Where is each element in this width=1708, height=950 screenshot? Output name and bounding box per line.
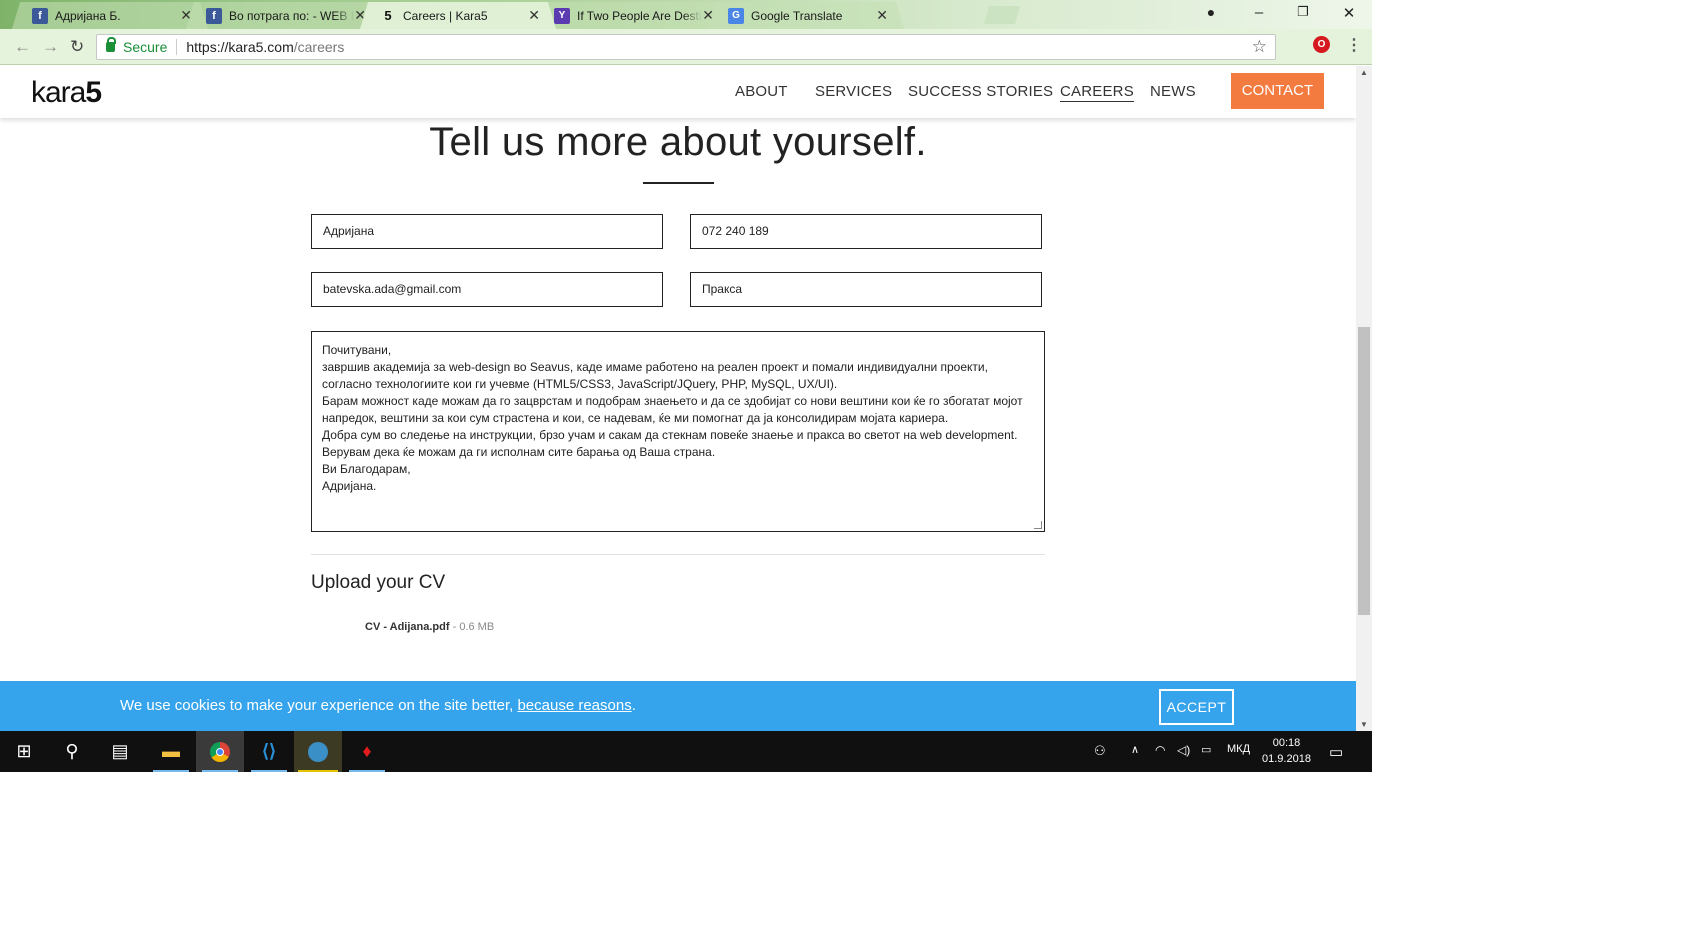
- wifi-icon[interactable]: ◠: [1155, 743, 1165, 757]
- facebook-icon: f: [32, 7, 48, 24]
- message-line: Барам можност каде можам да го зацврстам…: [322, 394, 1023, 408]
- battery-icon[interactable]: ▭: [1201, 743, 1211, 756]
- nav-services[interactable]: SERVICES: [815, 83, 892, 100]
- cookie-text: We use cookies to make your experience o…: [120, 697, 518, 714]
- message-line: согласно технологиите кои ги учевме (HTM…: [322, 377, 838, 391]
- tab-facebook-group[interactable]: f Во потрага по: - WEB DE ✕: [186, 2, 382, 29]
- message-line: Адријана.: [322, 479, 377, 493]
- restore-icon[interactable]: ❐: [1288, 4, 1318, 20]
- secure-label: Secure: [123, 39, 168, 55]
- minimize-icon[interactable]: –: [1244, 4, 1274, 21]
- message-line: Ви Благодарам,: [322, 462, 411, 476]
- kara5-favicon: 5: [384, 8, 392, 23]
- message-line: напредок, вештини за кои сум страстена и…: [322, 411, 949, 425]
- chrome-icon[interactable]: [196, 731, 244, 772]
- cookie-message: We use cookies to make your experience o…: [120, 697, 636, 714]
- opera-extension-icon[interactable]: O: [1313, 36, 1330, 53]
- cv-file-item[interactable]: CV - Adijana.pdf - 0.6 MB: [365, 621, 494, 633]
- page-viewport: kara5 ABOUT SERVICES SUCCESS STORIES CAR…: [0, 66, 1356, 731]
- show-hidden-icons-icon[interactable]: ∧: [1131, 743, 1139, 756]
- tab-google-translate[interactable]: G Google Translate ✕: [708, 2, 904, 29]
- system-clock[interactable]: 00:18 01.9.2018: [1262, 735, 1311, 767]
- page-scrollbar[interactable]: ▲ ▼: [1356, 66, 1372, 731]
- position-field[interactable]: Пракса: [690, 272, 1042, 307]
- window-close-icon[interactable]: ✕: [1334, 4, 1364, 22]
- email-field[interactable]: batevska.ada@gmail.com: [311, 272, 663, 307]
- forward-icon[interactable]: →: [42, 37, 59, 57]
- lock-icon: [106, 37, 116, 52]
- message-line: завршив академија за web-design во Seavu…: [322, 360, 988, 374]
- task-view-icon[interactable]: ▤: [96, 731, 144, 772]
- tab-title: Google Translate: [751, 8, 843, 23]
- browser-menu-icon[interactable]: ⋮: [1346, 35, 1362, 55]
- scroll-down-icon[interactable]: ▼: [1360, 720, 1368, 729]
- tab-title: Во потрага по: - WEB DE: [229, 8, 354, 23]
- heading-underline: [643, 182, 714, 184]
- reload-icon[interactable]: ↻: [70, 37, 84, 57]
- notifications-icon[interactable]: ▭: [1329, 743, 1343, 761]
- new-tab-button[interactable]: [984, 6, 1020, 24]
- people-icon[interactable]: ⚇: [1094, 743, 1106, 759]
- browser-toolbar: ← → ↻ Secure https://kara5.com/careers ☆…: [0, 29, 1372, 65]
- google-translate-icon: G: [728, 7, 744, 24]
- back-icon[interactable]: ←: [14, 37, 31, 57]
- url-path: /careers: [293, 39, 345, 55]
- site-header: kara5 ABOUT SERVICES SUCCESS STORIES CAR…: [0, 66, 1356, 118]
- windows-taskbar: ⊞ ⚲ ▤ ▬ ⟨⟩ ♦ ⚇ ∧ ◠ ◁) ▭ МКД 00:18 01.9.2…: [0, 731, 1372, 772]
- browser-window: f Адријана Б. ✕ f Во потрага по: - WEB D…: [0, 0, 1372, 772]
- bookmark-star-icon[interactable]: ☆: [1252, 37, 1267, 57]
- acrobat-icon[interactable]: ♦: [343, 731, 391, 772]
- tab-yahoo-article[interactable]: Y If Two People Are Destin ✕: [534, 2, 730, 29]
- logo-number: 5: [85, 76, 102, 109]
- cookie-policy-link[interactable]: because reasons: [517, 697, 631, 714]
- windows-start-icon[interactable]: ⊞: [0, 731, 48, 772]
- nav-about[interactable]: ABOUT: [735, 83, 788, 100]
- volume-icon[interactable]: ◁): [1177, 743, 1190, 757]
- search-icon[interactable]: ⚲: [48, 731, 96, 772]
- cv-filesize: - 0.6 MB: [449, 621, 495, 633]
- logo-text: kara: [31, 76, 86, 109]
- message-line: Верувам дека ќе можам да ги исполнам сит…: [322, 445, 716, 459]
- accept-cookies-button[interactable]: ACCEPT: [1159, 689, 1234, 725]
- phone-field[interactable]: 072 240 189: [690, 214, 1042, 249]
- resize-handle[interactable]: [1034, 521, 1042, 529]
- clock-time: 00:18: [1272, 737, 1301, 749]
- section-divider: [311, 554, 1045, 555]
- message-line: Почитувани,: [322, 343, 392, 357]
- upload-cv-title: Upload your CV: [311, 572, 446, 593]
- yahoo-icon: Y: [554, 7, 570, 24]
- profile-icon[interactable]: ●: [1196, 4, 1226, 20]
- facebook-icon: f: [206, 7, 222, 24]
- cookie-text-end: .: [631, 697, 636, 714]
- message-textarea[interactable]: Почитувани, завршив академија за web-des…: [311, 331, 1045, 532]
- xampp-icon[interactable]: [294, 731, 342, 772]
- page-title: Tell us more about yourself.: [429, 120, 927, 164]
- message-line: Добра сум во следење на инструкции, брзо…: [322, 428, 1018, 442]
- nav-careers[interactable]: CAREERS: [1060, 83, 1134, 102]
- address-bar[interactable]: Secure https://kara5.com/careers ☆: [96, 34, 1276, 60]
- address-divider: [176, 39, 178, 55]
- tab-facebook-profile[interactable]: f Адријана Б. ✕: [12, 2, 208, 29]
- vscode-icon[interactable]: ⟨⟩: [245, 731, 293, 772]
- nav-news[interactable]: NEWS: [1150, 83, 1196, 100]
- language-indicator[interactable]: МКД: [1227, 743, 1250, 755]
- close-icon[interactable]: ✕: [528, 7, 540, 24]
- close-icon[interactable]: ✕: [876, 7, 888, 24]
- name-field[interactable]: Адријана: [311, 214, 663, 249]
- file-explorer-icon[interactable]: ▬: [147, 731, 195, 772]
- tab-title: Адријана Б.: [55, 8, 121, 23]
- scrollbar-thumb[interactable]: [1358, 327, 1370, 615]
- cookie-banner: We use cookies to make your experience o…: [0, 681, 1356, 731]
- tab-title: Careers | Kara5: [403, 8, 488, 23]
- kara5-logo[interactable]: kara5: [31, 76, 102, 110]
- tab-strip: f Адријана Б. ✕ f Во потрага по: - WEB D…: [0, 0, 1372, 29]
- scroll-up-icon[interactable]: ▲: [1360, 68, 1368, 77]
- tab-title: If Two People Are Destin: [577, 8, 702, 23]
- clock-date: 01.9.2018: [1262, 753, 1311, 765]
- tab-kara5-careers[interactable]: 5 Careers | Kara5 ✕: [360, 2, 556, 29]
- contact-button[interactable]: CONTACT: [1231, 73, 1324, 109]
- url-host: https://kara5.com: [186, 39, 294, 55]
- cv-filename: CV - Adijana.pdf: [365, 621, 450, 633]
- nav-success-stories[interactable]: SUCCESS STORIES: [908, 83, 1053, 100]
